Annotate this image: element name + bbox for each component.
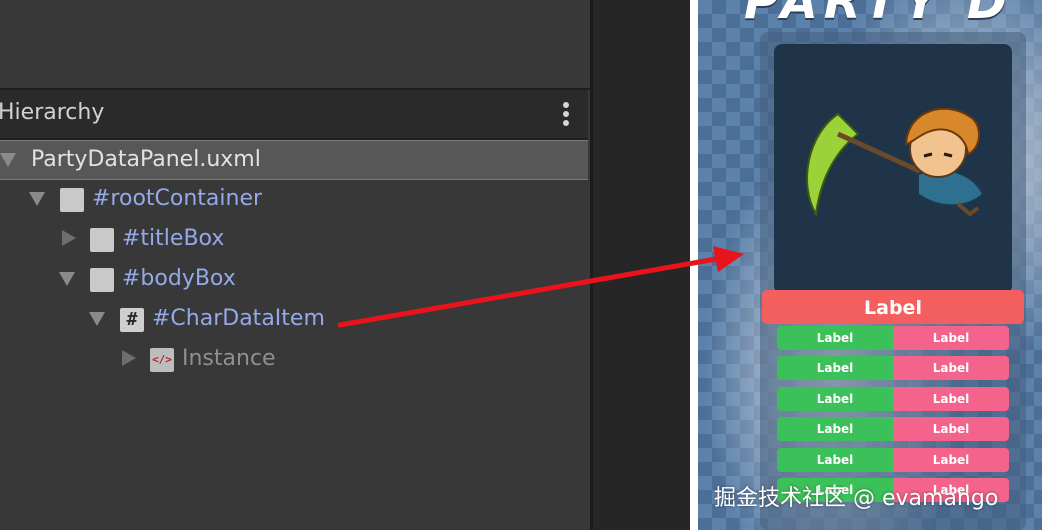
tree-item-label: Instance bbox=[182, 346, 276, 371]
stat-value-label: Label bbox=[893, 356, 1009, 380]
expand-arrow-icon[interactable] bbox=[59, 272, 75, 286]
hierarchy-header: Hierarchy bbox=[0, 90, 588, 140]
stat-row: Label Label bbox=[777, 356, 1009, 380]
tree-item-label: #titleBox bbox=[122, 226, 225, 251]
stat-value-label: Label bbox=[893, 448, 1009, 472]
stat-row: Label Label bbox=[777, 326, 1009, 350]
collapse-arrow-icon[interactable] bbox=[62, 230, 76, 246]
visual-element-icon bbox=[60, 188, 84, 212]
tree-item-titlebox[interactable]: #titleBox bbox=[0, 220, 588, 260]
viewport-empty-area bbox=[0, 0, 590, 90]
game-title: PARTY D bbox=[744, 0, 1013, 30]
expand-arrow-icon[interactable] bbox=[29, 192, 45, 206]
tree-item-instance[interactable]: </> Instance bbox=[0, 340, 588, 380]
tree-item-chardataitem[interactable]: # #CharDataItem bbox=[0, 300, 588, 340]
tree-item-label: #CharDataItem bbox=[152, 306, 325, 331]
empty-panel-area bbox=[593, 0, 690, 530]
stat-key-label: Label bbox=[777, 448, 893, 472]
visual-element-icon bbox=[90, 228, 114, 252]
stat-row: Label Label bbox=[777, 387, 1009, 411]
stat-key-label: Label bbox=[777, 356, 893, 380]
tree-item-label: #rootContainer bbox=[92, 186, 263, 211]
kebab-menu-icon[interactable] bbox=[556, 102, 576, 128]
stat-value-label: Label bbox=[893, 326, 1009, 350]
character-sprite-image bbox=[806, 107, 985, 217]
stat-key-label: Label bbox=[777, 417, 893, 441]
stat-key-label: Label bbox=[777, 387, 893, 411]
expand-arrow-icon[interactable] bbox=[89, 312, 105, 326]
stat-row: Label Label bbox=[777, 417, 1009, 441]
stat-value-label: Label bbox=[893, 387, 1009, 411]
collapse-arrow-icon[interactable] bbox=[122, 350, 136, 366]
ui-builder-panel: Hierarchy PartyDataPanel.uxml #rootConta… bbox=[0, 0, 590, 530]
template-container-icon: # bbox=[120, 308, 144, 332]
hierarchy-title: Hierarchy bbox=[0, 100, 105, 125]
image-separator bbox=[690, 0, 698, 530]
game-preview: PARTY D Label Label Label Label Label La… bbox=[698, 0, 1042, 530]
character-name-label: Label bbox=[762, 290, 1024, 324]
uxml-instance-icon: </> bbox=[150, 348, 174, 372]
tree-item-label: PartyDataPanel.uxml bbox=[31, 147, 261, 172]
tree-item-bodybox[interactable]: #bodyBox bbox=[0, 260, 588, 300]
tree-item-rootcontainer[interactable]: #rootContainer bbox=[0, 180, 588, 220]
watermark-text: 掘金技术社区 @ evamango bbox=[714, 486, 999, 511]
stat-row: Label Label bbox=[777, 448, 1009, 472]
stat-key-label: Label bbox=[777, 326, 893, 350]
tree-item-label: #bodyBox bbox=[122, 266, 236, 291]
tree-item-partydatapanel[interactable]: PartyDataPanel.uxml bbox=[0, 140, 588, 180]
hierarchy-tree: PartyDataPanel.uxml #rootContainer #titl… bbox=[0, 140, 588, 530]
visual-element-icon bbox=[90, 268, 114, 292]
stat-value-label: Label bbox=[893, 417, 1009, 441]
expand-arrow-icon[interactable] bbox=[0, 153, 16, 167]
